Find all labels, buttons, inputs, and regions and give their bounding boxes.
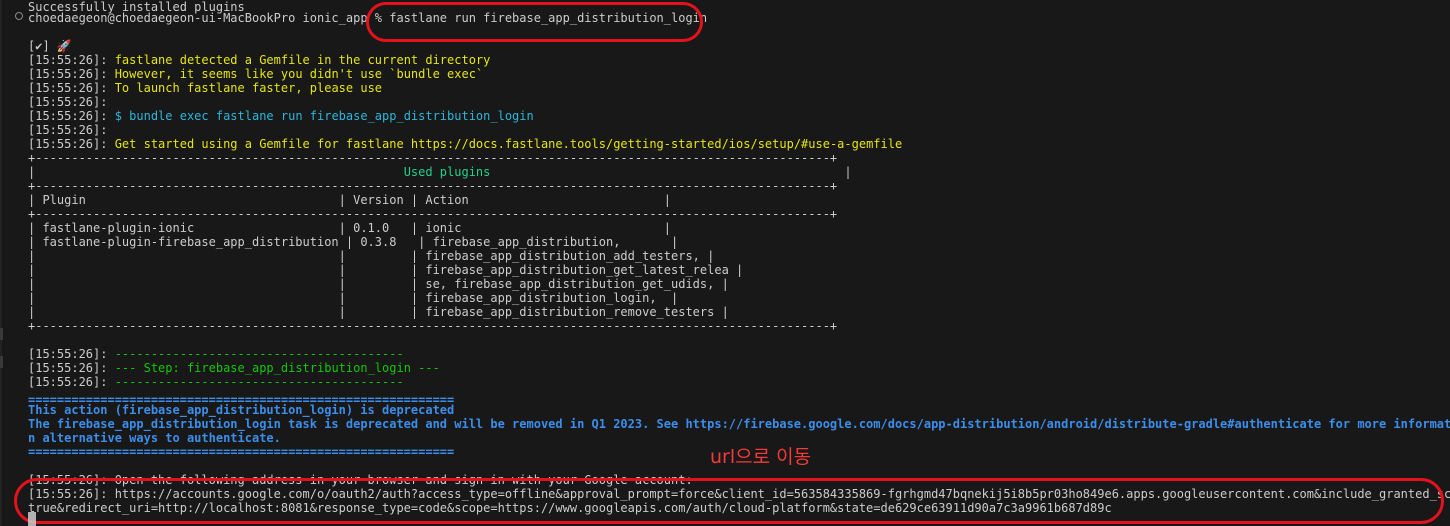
terminal-line: +---------------------------------------…: [28, 151, 838, 165]
log-message: Get started using a Gemfile for fastlane…: [114, 137, 903, 151]
terminal-line: [15:55:26]: --- Step: firebase_app_distr…: [28, 361, 440, 375]
log-message: To launch fastlane faster, please use: [114, 81, 383, 95]
timestamp: [15:55:26]:: [28, 81, 115, 95]
terminal-line: [15:55:26]: Get started using a Gemfile …: [28, 137, 902, 151]
terminal-line: +---------------------------------------…: [28, 319, 838, 333]
timestamp: [15:55:26]:: [28, 347, 115, 361]
terminal-line: [15:55:26]: However, it seems like you d…: [28, 67, 483, 81]
terminal-line: | Used plugins |: [28, 165, 852, 179]
terminal-line: [15:55:26]: To launch fastlane faster, p…: [28, 81, 382, 95]
timestamp: [15:55:26]:: [28, 361, 115, 375]
timestamp: [15:55:26]:: [28, 53, 115, 67]
terminal-line: [15:55:26]: $ bundle exec fastlane run f…: [28, 109, 534, 123]
terminal-line: | Plugin | Version | Action |: [28, 193, 671, 207]
terminal-cursor: [28, 512, 36, 526]
left-gutter: [0, 0, 2, 526]
url-highlight-oval: [14, 478, 1444, 524]
log-message: However, it seems like you didn't use `b…: [114, 67, 484, 81]
table-title: Used plugins: [403, 165, 491, 179]
log-message: ----------------------------------------: [114, 375, 404, 389]
log-message: fastlane detected a Gemfile in the curre…: [114, 53, 491, 67]
scroll-mark: [0, 328, 3, 340]
terminal-line: [15:55:26]:: [28, 95, 108, 109]
terminal-line: +---------------------------------------…: [28, 207, 838, 221]
terminal-line: | | | se, firebase_app_distribution_get_…: [28, 277, 729, 291]
timestamp: [15:55:26]:: [28, 137, 115, 151]
terminal-line: [15:55:26]:: [28, 123, 108, 137]
terminal-line: | | | firebase_app_distribution_remove_t…: [28, 305, 729, 319]
timestamp: [15:55:26]:: [28, 67, 115, 81]
terminal-line: [15:55:26]: fastlane detected a Gemfile …: [28, 53, 490, 67]
terminal-line: | fastlane-plugin-ionic | 0.1.0 | ionic …: [28, 221, 671, 235]
annotation-label: url으로 이동: [710, 446, 812, 468]
terminal-line: | fastlane-plugin-firebase_app_distribut…: [28, 235, 679, 249]
timestamp: [15:55:26]:: [28, 109, 115, 123]
scroll-mark: [0, 356, 3, 368]
terminal-line: +---------------------------------------…: [28, 179, 838, 193]
terminal-line: ========================================…: [28, 445, 455, 459]
terminal-line: | | | firebase_app_distribution_add_test…: [28, 249, 715, 263]
terminal-line: [✔] 🚀: [28, 39, 72, 53]
terminal-line: | | | firebase_app_distribution_login, |: [28, 291, 679, 305]
command-marker-icon: [15, 12, 23, 20]
terminal-line: | | | firebase_app_distribution_get_late…: [28, 263, 744, 277]
log-message: ----------------------------------------: [114, 347, 404, 361]
terminal-line: The firebase_app_distribution_login task…: [28, 417, 1450, 431]
terminal-line: n alternative ways to authenticate.: [28, 431, 281, 445]
timestamp: [15:55:26]:: [28, 375, 115, 389]
terminal-line: This action (firebase_app_distribution_l…: [28, 403, 455, 417]
command-highlight-oval: [366, 2, 703, 42]
log-message: $ bundle exec fastlane run firebase_app_…: [114, 109, 534, 123]
log-message: --- Step: firebase_app_distribution_logi…: [114, 361, 440, 375]
terminal-line: [15:55:26]: ----------------------------…: [28, 375, 404, 389]
terminal-line: [15:55:26]: ----------------------------…: [28, 347, 404, 361]
